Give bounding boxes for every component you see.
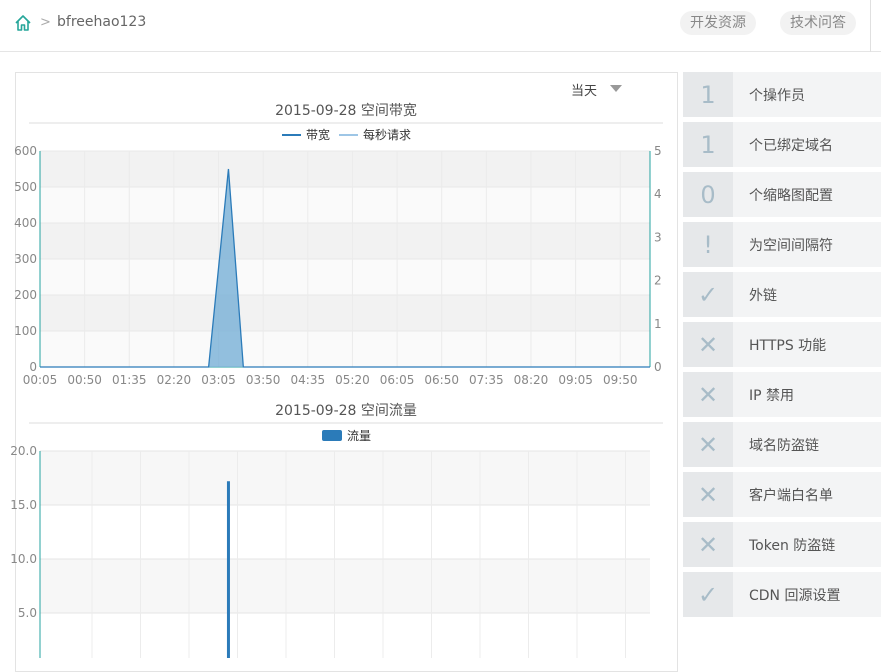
legend-swatch xyxy=(322,430,342,441)
chart-title: 2015-09-28 空间带宽 xyxy=(275,102,417,119)
sidebar-item-label: IP 禁用 xyxy=(749,388,795,404)
close-icon: ✕ xyxy=(683,322,733,367)
sidebar-item-label: 客户端白名单 xyxy=(749,488,833,504)
grid-band xyxy=(40,295,650,331)
grid-band xyxy=(40,331,650,367)
y-tick-label-right: 5 xyxy=(654,144,662,158)
x-tick-label: 07:35 xyxy=(469,373,504,387)
sidebar-item-label: HTTPS 功能 xyxy=(749,338,827,354)
sidebar-item-label: 外链 xyxy=(749,288,777,304)
count-badge: 1 xyxy=(683,122,733,167)
charts-area: 2015-09-28 空间带宽带宽 每秒请求 0 100 200 300 400 500 600… xyxy=(10,102,663,658)
grid-band xyxy=(40,259,650,295)
x-tick-label: 09:50 xyxy=(603,373,638,387)
x-tick-label: 03:05 xyxy=(201,373,236,387)
y-tick-label: 10.0 xyxy=(10,552,37,566)
sidebar-item-domain-hotlink[interactable]: ✕ 域名防盗链 xyxy=(683,422,881,467)
y-tick-label-right: 4 xyxy=(654,187,662,201)
close-icon: ✕ xyxy=(683,422,733,467)
count-badge: 0 xyxy=(683,172,733,217)
y-tick-label: 500 xyxy=(14,180,37,194)
sidebar-item-client-whitelist[interactable]: ✕ 客户端白名单 xyxy=(683,472,881,517)
flow-bar xyxy=(226,481,230,658)
close-icon: ✕ xyxy=(683,522,733,567)
sidebar-item-label: 个缩略图配置 xyxy=(749,188,833,204)
header-divider xyxy=(870,0,871,52)
legend-label: 流量 xyxy=(347,429,371,443)
sidebar-item-label: 个已绑定域名 xyxy=(749,138,833,154)
legend-label: 带宽 xyxy=(306,127,330,142)
x-tick-label: 08:20 xyxy=(514,373,549,387)
sidebar-item-separator[interactable]: ! 为空间间隔符 xyxy=(683,222,881,267)
y-tick-label: 100 xyxy=(14,324,37,338)
close-icon: ✕ xyxy=(683,472,733,517)
y-tick-label: 400 xyxy=(14,216,37,230)
x-tick-label: 05:20 xyxy=(335,373,370,387)
sidebar-item-cdn-origin[interactable]: ✓ CDN 回源设置 xyxy=(683,572,881,617)
dev-resources-link[interactable]: 开发资源 xyxy=(680,11,756,35)
y-tick-label-right: 0 xyxy=(654,360,662,374)
y-tick-label: 15.0 xyxy=(10,498,37,512)
x-tick-label: 04:35 xyxy=(291,373,326,387)
sidebar-item-label: 域名防盗链 xyxy=(749,438,819,454)
exclamation-icon: ! xyxy=(683,222,733,267)
sidebar-item-label: Token 防盗链 xyxy=(749,538,836,554)
y-tick-label: 200 xyxy=(14,288,37,302)
y-tick-label: 0 xyxy=(29,360,37,374)
sidebar-item-label: 为空间间隔符 xyxy=(749,238,833,254)
sidebar-item-token-hotlink[interactable]: ✕ Token 防盗链 xyxy=(683,522,881,567)
close-icon: ✕ xyxy=(683,372,733,417)
x-tick-label: 00:05 xyxy=(23,373,58,387)
y-tick-label: 600 xyxy=(14,144,37,158)
sidebar-item-https[interactable]: ✕ HTTPS 功能 xyxy=(683,322,881,367)
grid-band xyxy=(40,451,650,505)
x-tick-label: 06:05 xyxy=(380,373,415,387)
x-tick-label: 06:50 xyxy=(424,373,459,387)
sidebar-item-ip-ban[interactable]: ✕ IP 禁用 xyxy=(683,372,881,417)
check-icon: ✓ xyxy=(683,272,733,317)
feature-sidebar: 1 个操作员 1 个已绑定域名 0 个缩略图配置 ! 为空间间隔符 ✓ 外链 ✕… xyxy=(683,72,881,622)
check-icon: ✓ xyxy=(683,572,733,617)
x-tick-label: 09:05 xyxy=(558,373,593,387)
legend-label: 每秒请求 xyxy=(363,127,411,142)
y-tick-label: 20.0 xyxy=(10,444,37,458)
x-tick-label: 01:35 xyxy=(112,373,147,387)
y-tick-label-right: 2 xyxy=(654,274,662,288)
y-tick-label-right: 3 xyxy=(654,230,662,244)
grid-band xyxy=(40,559,650,613)
y-tick-label: 5.0 xyxy=(18,606,37,620)
sidebar-item-external-link[interactable]: ✓ 外链 xyxy=(683,272,881,317)
sidebar-item-operators[interactable]: 1 个操作员 xyxy=(683,72,881,117)
sidebar-item-domains[interactable]: 1 个已绑定域名 xyxy=(683,122,881,167)
y-tick-label-right: 1 xyxy=(654,317,662,331)
x-tick-label: 03:50 xyxy=(246,373,281,387)
chart-title: 2015-09-28 空间流量 xyxy=(275,403,417,419)
grid-band xyxy=(40,187,650,223)
grid-band xyxy=(40,151,650,187)
tech-qa-link[interactable]: 技术问答 xyxy=(780,11,856,35)
y-tick-label: 300 xyxy=(14,252,37,266)
grid-band xyxy=(40,223,650,259)
x-tick-label: 02:20 xyxy=(157,373,192,387)
sidebar-item-label: 个操作员 xyxy=(749,88,805,104)
count-badge: 1 xyxy=(683,72,733,117)
sidebar-item-thumbnails[interactable]: 0 个缩略图配置 xyxy=(683,172,881,217)
sidebar-item-label: CDN 回源设置 xyxy=(749,588,841,604)
x-tick-label: 00:50 xyxy=(67,373,102,387)
